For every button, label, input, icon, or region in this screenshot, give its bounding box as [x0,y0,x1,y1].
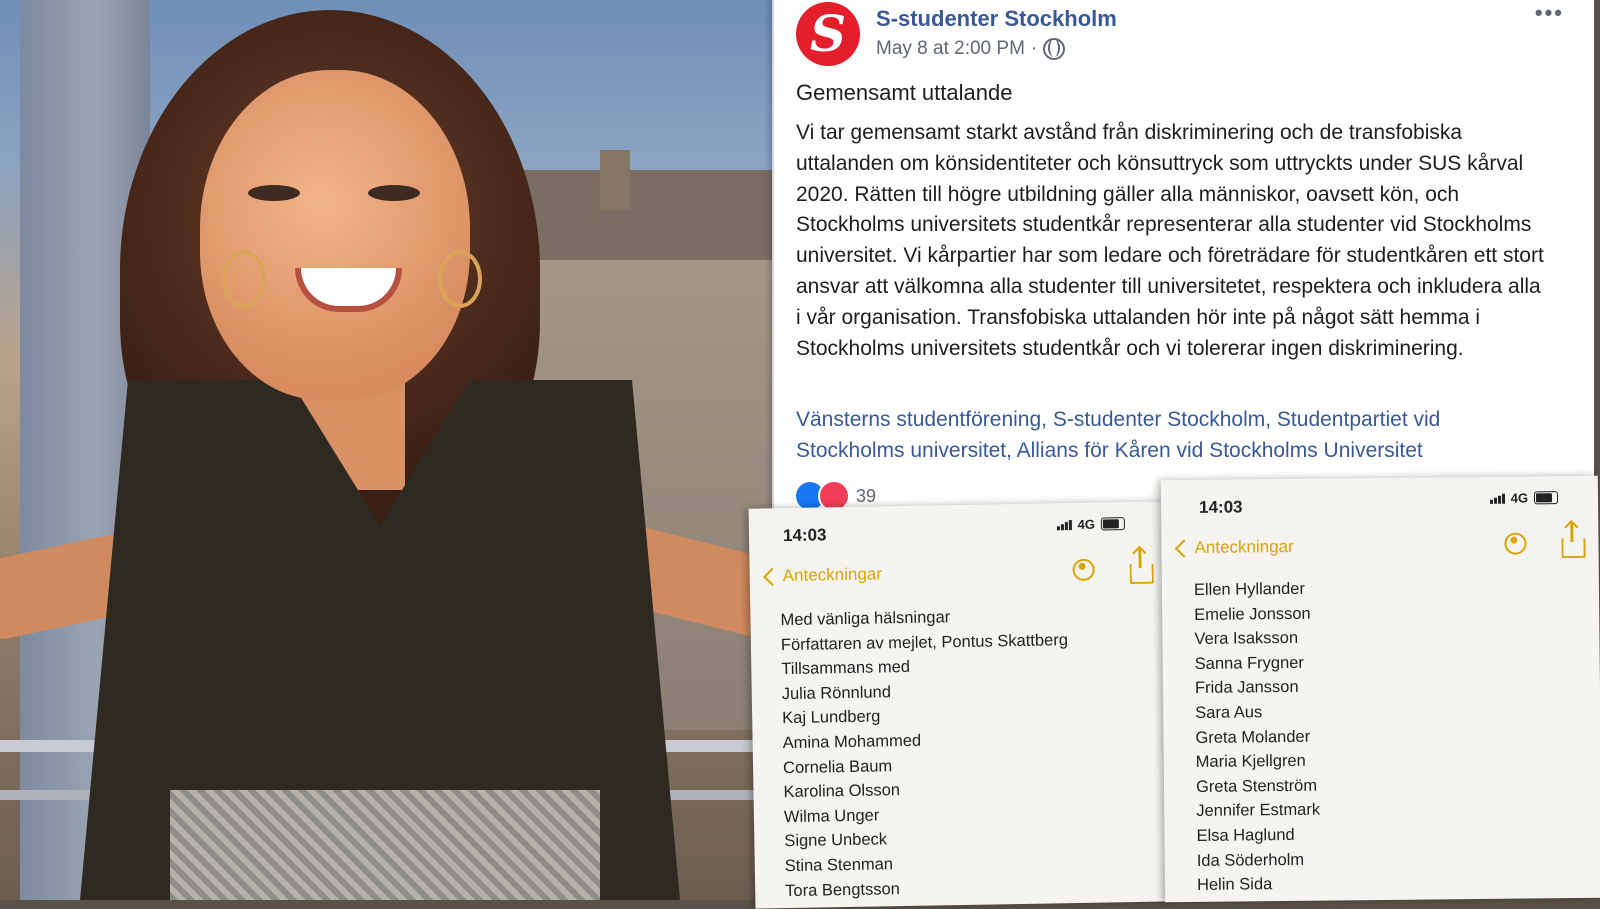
chevron-left-icon [1174,538,1194,558]
post-body-text: Vi tar gemensamt starkt avstånd från dis… [796,121,1544,360]
status-indicators: 4G [1489,490,1559,506]
note-line: Emelie Jonsson [1194,604,1311,624]
note-line: Helin Sida [1196,875,1273,895]
status-time: 14:03 [782,525,827,546]
status-indicators: 4G [1056,516,1125,532]
more-options-icon[interactable]: ••• [1535,0,1564,26]
note-line: Elsa Haglund [1196,825,1295,845]
note-line: Sara Aus [1195,703,1263,722]
post-timestamp[interactable]: May 8 at 2:00 PM [876,38,1025,60]
note-line: Ida Söderholm [1196,850,1305,870]
page-avatar[interactable]: S [796,2,860,66]
chevron-left-icon [763,567,782,586]
note-line: Jennifer Estmark [1196,800,1321,821]
eye [248,185,300,201]
eye [368,185,420,201]
signal-icon [1489,493,1505,504]
note-line: Ellen Hyllander [1193,579,1306,599]
notes-screenshot-left: 14:03 4G Anteckningar Med vänliga hälsni… [748,501,1176,909]
battery-icon [1100,517,1125,531]
post-heading: Gemensamt uttalande [796,80,1013,105]
collaborate-icon[interactable] [1069,559,1095,581]
share-icon[interactable] [1561,537,1586,559]
back-label: Anteckningar [1194,536,1294,557]
hoop-earring [222,250,266,308]
note-line: Maria Kjellgren [1195,751,1306,772]
page-name-link[interactable]: S-studenter Stockholm [876,6,1117,32]
background-chimney [600,150,630,210]
post-meta: May 8 at 2:00 PM · [876,38,1066,60]
reaction-count: 39 [856,485,877,506]
tagged-pages-links[interactable]: Vänsterns studentförening, S-studenter S… [796,405,1546,467]
globe-icon[interactable] [1043,38,1066,60]
notes-screenshot-right: 14:03 4G Anteckningar Ellen Hyllander Em… [1160,475,1600,903]
network-type: 4G [1077,516,1095,532]
note-line: Tora Bengtsson [785,879,901,900]
portrait-photo [0,0,780,900]
back-to-notes-button[interactable]: Anteckningar [1174,536,1294,558]
meta-separator: · [1030,38,1038,59]
collaborate-icon[interactable] [1501,532,1527,554]
note-line: Sanna Frygner [1194,653,1304,673]
network-type: 4G [1510,490,1529,506]
back-to-notes-button[interactable]: Anteckningar [763,564,883,586]
face [200,70,470,400]
signal-icon [1056,519,1072,530]
status-time: 14:03 [1198,497,1243,517]
note-lines: Med vänliga hälsningar Författaren av me… [780,603,1072,903]
share-icon[interactable] [1129,563,1154,585]
note-line: Greta Stenström [1195,776,1318,796]
note-line: Frida Jansson [1194,678,1299,698]
checked-trousers [170,790,600,900]
note-line: Vera Isaksson [1194,629,1299,649]
hoop-earring [438,250,482,308]
battery-icon [1533,491,1559,505]
back-label: Anteckningar [782,564,883,586]
note-line: Greta Molander [1195,727,1311,747]
s-logo-icon: S [809,4,847,63]
note-line: Författaren av mejlet, Pontus Skattberg [780,630,1069,654]
facebook-post: S S-studenter Stockholm May 8 at 2:00 PM… [772,0,1594,512]
note-lines: Ellen Hyllander Emelie Jonsson Vera Isak… [1194,577,1321,898]
